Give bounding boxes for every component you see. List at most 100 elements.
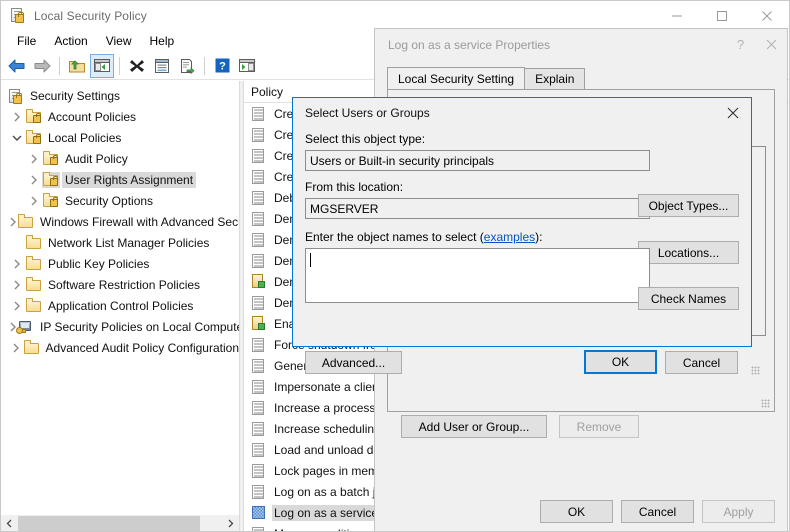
examples-link[interactable]: examples	[484, 230, 535, 244]
tab-local-security-setting[interactable]: Local Security Setting	[387, 67, 526, 90]
properties-tabs: Local Security Setting Explain	[387, 67, 586, 90]
chevron-right-icon[interactable]	[9, 109, 25, 125]
close-icon[interactable]	[715, 98, 751, 128]
object-type-field[interactable]: Users or Built-in security principals	[305, 150, 650, 171]
scroll-left-icon[interactable]	[1, 515, 18, 531]
tree-item-label: User Rights Assignment	[62, 171, 197, 188]
tree-item-label: Application Control Policies	[48, 298, 194, 313]
show-details-icon[interactable]	[235, 54, 259, 78]
minimize-button[interactable]	[654, 1, 699, 30]
policy-icon	[250, 379, 268, 395]
scroll-right-icon[interactable]	[222, 515, 239, 531]
policy-icon	[250, 358, 268, 374]
advanced-button[interactable]: Advanced...	[305, 351, 402, 374]
tree-item-security-options[interactable]: Security Options	[1, 190, 239, 211]
tree-item-advanced-audit-policy-configuration[interactable]: Advanced Audit Policy Configuration	[1, 337, 239, 358]
show-hide-tree-icon[interactable]	[90, 53, 114, 78]
policy-name: Log on as a batch job	[274, 484, 389, 499]
chevron-down-icon[interactable]	[9, 130, 25, 146]
policy-icon	[250, 295, 268, 311]
tree-item-label: Account Policies	[48, 109, 137, 124]
scrollbar-track[interactable]	[18, 515, 222, 531]
close-button[interactable]	[744, 1, 789, 30]
help-button[interactable]: ?	[725, 29, 756, 60]
tree-item-windows-firewall[interactable]: Windows Firewall with Advanced Secu	[1, 211, 239, 232]
svg-text:?: ?	[219, 61, 226, 73]
chevron-right-icon[interactable]	[26, 193, 42, 209]
export-list-icon[interactable]	[175, 54, 199, 78]
tree-item-user-rights-assignment[interactable]: User Rights Assignment	[1, 169, 239, 190]
chevron-right-icon[interactable]	[9, 340, 23, 356]
object-names-label-suffix: ):	[535, 230, 543, 244]
tree-item-application-control-policies[interactable]: Application Control Policies	[1, 295, 239, 316]
chevron-right-icon[interactable]	[9, 277, 25, 293]
tree-horizontal-scrollbar[interactable]	[1, 515, 239, 531]
delete-icon[interactable]	[125, 54, 149, 78]
policy-icon	[250, 169, 268, 185]
location-label: From this location:	[305, 180, 404, 194]
resize-grip	[761, 399, 770, 408]
toolbar-separator	[204, 56, 205, 75]
policy-configured-icon	[250, 273, 268, 290]
tree-item-audit-policy[interactable]: Audit Policy	[1, 148, 239, 169]
window-controls	[654, 1, 789, 30]
text-caret	[310, 253, 311, 267]
toolbar-separator	[59, 56, 60, 75]
ok-button[interactable]: OK	[584, 350, 657, 374]
cancel-button[interactable]: Cancel	[621, 500, 694, 523]
policy-icon	[250, 400, 268, 416]
tree-item-local-policies[interactable]: Local Policies	[1, 127, 239, 148]
policy-configured-icon	[250, 315, 268, 332]
cancel-button[interactable]: Cancel	[665, 351, 738, 374]
tree-item-network-list-manager-policies[interactable]: Network List Manager Policies	[1, 232, 239, 253]
tree-item-label: Software Restriction Policies	[48, 277, 201, 292]
object-names-input[interactable]	[305, 248, 650, 303]
tree-item-security-settings[interactable]: Security Settings	[1, 85, 239, 106]
policy-icon	[250, 421, 268, 437]
close-button[interactable]	[756, 29, 787, 60]
menu-file[interactable]: File	[8, 32, 45, 50]
properties-title-buttons: ?	[725, 29, 787, 60]
policy-icon	[250, 526, 268, 531]
console-tree-pane: Security Settings Account Policies Local…	[1, 81, 239, 519]
up-folder-icon[interactable]	[65, 54, 89, 78]
locations-button[interactable]: Locations...	[638, 241, 739, 264]
chevron-right-icon[interactable]	[9, 298, 25, 314]
menu-help[interactable]: Help	[141, 32, 184, 50]
policy-icon	[250, 148, 268, 164]
tree-item-ip-security-policies[interactable]: IP Security Policies on Local Computer	[1, 316, 239, 337]
back-icon[interactable]	[5, 54, 29, 78]
properties-icon[interactable]	[150, 54, 174, 78]
add-user-or-group-button[interactable]: Add User or Group...	[401, 415, 547, 438]
menu-action[interactable]: Action	[45, 32, 96, 50]
chevron-right-icon[interactable]	[9, 256, 25, 272]
menu-view[interactable]: View	[97, 32, 141, 50]
check-names-button[interactable]: Check Names	[638, 287, 739, 310]
tab-explain[interactable]: Explain	[524, 68, 586, 90]
chevron-right-icon[interactable]	[26, 172, 42, 188]
folder-icon	[25, 234, 43, 251]
resize-grip	[751, 366, 760, 375]
ok-button[interactable]: OK	[540, 500, 613, 523]
remove-button: Remove	[559, 415, 639, 438]
folder-icon	[17, 213, 35, 230]
location-field[interactable]: MGSERVER	[305, 198, 650, 219]
properties-title-bar: Log on as a service Properties ?	[375, 29, 787, 60]
tree-item-public-key-policies[interactable]: Public Key Policies	[1, 253, 239, 274]
object-types-button[interactable]: Object Types...	[638, 194, 739, 217]
policy-icon	[250, 232, 268, 248]
forward-icon[interactable]	[30, 54, 54, 78]
select-users-or-groups-dialog: Select Users or Groups Select this objec…	[292, 97, 760, 375]
scrollbar-thumb[interactable]	[18, 516, 200, 531]
object-type-label: Select this object type:	[305, 132, 426, 146]
tree-item-label: Advanced Audit Policy Configuration	[45, 340, 239, 355]
folder-lock-icon	[42, 150, 60, 167]
folder-icon	[25, 255, 43, 272]
chevron-right-icon[interactable]	[9, 214, 17, 230]
help-icon[interactable]: ?	[210, 54, 234, 78]
folder-lock-icon	[42, 171, 60, 188]
tree-item-software-restriction-policies[interactable]: Software Restriction Policies	[1, 274, 239, 295]
tree-item-account-policies[interactable]: Account Policies	[1, 106, 239, 127]
maximize-button[interactable]	[699, 1, 744, 30]
chevron-right-icon[interactable]	[26, 151, 42, 167]
